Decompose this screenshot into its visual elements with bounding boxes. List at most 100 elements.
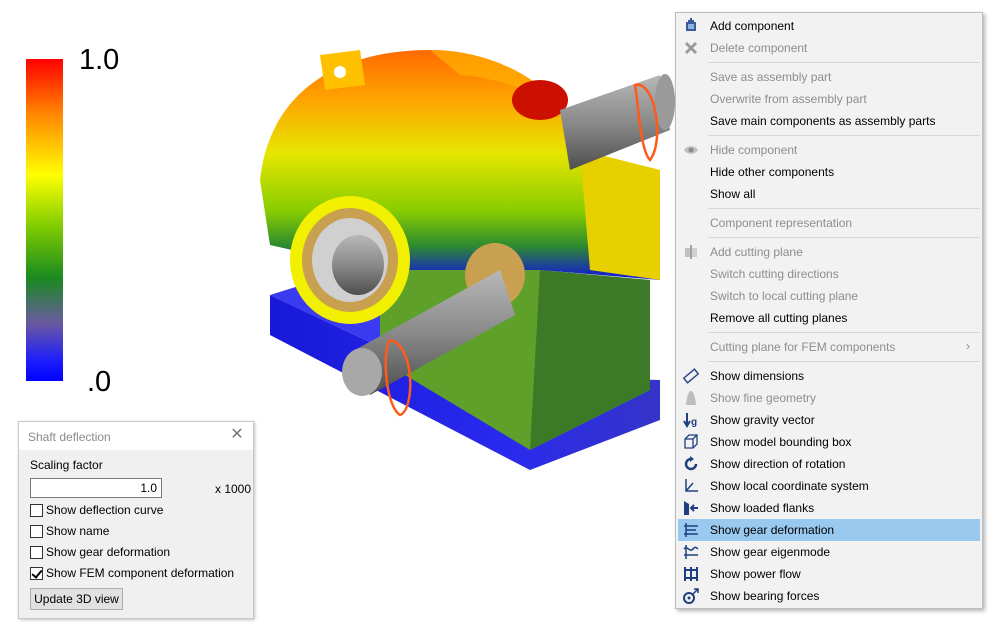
menu-item-show-fine-geometry[interactable]: Show fine geometry [678, 387, 980, 409]
gravity-icon: g [683, 413, 697, 428]
menu-item-label: Show gravity vector [710, 413, 815, 427]
checkbox-label: Show name [46, 524, 110, 538]
power-flow-icon [684, 567, 698, 581]
checkbox-label: Show deflection curve [46, 503, 164, 517]
menu-item-label: Show dimensions [710, 369, 805, 383]
menu-item-show-loaded-flanks[interactable]: Show loaded flanks [678, 497, 980, 519]
menu-item-label: Cutting plane for FEM components [710, 340, 896, 354]
checkbox-show-gear-deformation[interactable]: Show gear deformation [30, 543, 170, 561]
menu-item-label: Show local coordinate system [710, 479, 869, 493]
checkbox-show-name[interactable]: Show name [30, 522, 109, 540]
menu-item-label: Switch cutting directions [710, 267, 839, 281]
menu-item-label: Show power flow [710, 567, 801, 581]
panel-header: Shaft deflection ✕ [19, 422, 253, 450]
eye-icon [684, 146, 698, 154]
menu-item-label: Show loaded flanks [710, 501, 815, 515]
menu-separator [708, 208, 980, 209]
checkbox[interactable] [30, 545, 43, 559]
menu-item-label: Add cutting plane [710, 245, 803, 259]
checkbox-show-deflection-curve[interactable]: Show deflection curve [30, 501, 163, 519]
menu-item-label: Show gear eigenmode [710, 545, 831, 559]
checkbox-label: Show FEM component deformation [46, 566, 235, 580]
menu-item-label: Hide component [710, 143, 798, 157]
menu-item-label: Overwrite from assembly part [710, 92, 867, 106]
menu-item-label: Show fine geometry [710, 391, 817, 405]
menu-item-label: Show gear deformation [710, 523, 835, 537]
menu-item-show-bounding-box[interactable]: Show model bounding box [678, 431, 980, 453]
menu-item-label: Component representation [710, 216, 853, 230]
input-bearing [290, 196, 410, 324]
fine-geometry-icon [686, 391, 696, 405]
scale-min-label: .0 [87, 366, 112, 398]
eigenmode-icon [683, 545, 699, 559]
bearing-forces-icon [683, 588, 699, 604]
menu-item-show-local-coordinate-system[interactable]: Show local coordinate system [678, 475, 980, 497]
menu-item-show-dimensions[interactable]: Show dimensions [678, 365, 980, 387]
checkbox-checked[interactable] [30, 566, 43, 580]
menu-item-switch-cutting-directions[interactable]: Switch cutting directions [678, 263, 980, 285]
delete-icon [684, 41, 698, 55]
menu-item-show-all[interactable]: Show all [678, 183, 980, 205]
menu-separator [708, 361, 980, 362]
gear-deformation-icon [684, 523, 698, 537]
menu-separator [708, 332, 980, 333]
menu-item-show-power-flow[interactable]: Show power flow [678, 563, 980, 585]
scaling-factor-input[interactable] [30, 478, 162, 498]
menu-item-label: Show all [710, 187, 756, 201]
menu-item-hide-component[interactable]: Hide component [678, 139, 980, 161]
menu-item-overwrite-from-assembly-part[interactable]: Overwrite from assembly part [678, 88, 980, 110]
menu-item-label: Save as assembly part [710, 70, 832, 84]
menu-item-delete-component[interactable]: Delete component [678, 37, 980, 59]
ruler-icon [683, 368, 699, 384]
menu-item-show-direction-of-rotation[interactable]: Show direction of rotation [678, 453, 980, 475]
menu-separator [708, 62, 980, 63]
chevron-right-icon: › [966, 339, 970, 353]
color-scale-bar [26, 59, 63, 381]
bounding-box-icon [684, 434, 698, 449]
menu-item-label: Switch to local cutting plane [710, 289, 859, 303]
menu-item-label: Save main components as assembly parts [710, 114, 936, 128]
panel-title: Shaft deflection [28, 430, 111, 444]
menu-item-show-bearing-forces[interactable]: Show bearing forces [678, 585, 980, 607]
menu-item-label: Delete component [710, 41, 808, 55]
menu-item-switch-local-cutting-plane[interactable]: Switch to local cutting plane [678, 285, 980, 307]
rotation-icon [684, 456, 698, 471]
scaling-factor-label: Scaling factor [30, 458, 103, 472]
svg-text:g: g [691, 417, 697, 428]
scaling-unit-label: x 1000 [215, 482, 252, 496]
checkbox[interactable] [30, 524, 43, 538]
menu-item-label: Show model bounding box [710, 435, 852, 449]
menu-item-save-as-assembly-part[interactable]: Save as assembly part [678, 66, 980, 88]
menu-item-show-gear-eigenmode[interactable]: Show gear eigenmode [678, 541, 980, 563]
menu-item-show-gear-deformation[interactable]: Show gear deformation [678, 519, 980, 541]
menu-item-show-gravity-vector[interactable]: g Show gravity vector [678, 409, 980, 431]
scale-max-label: 1.0 [79, 44, 120, 76]
gearbox-3d-view[interactable] [230, 30, 690, 490]
menu-item-label: Show bearing forces [710, 589, 820, 603]
menu-item-add-cutting-plane[interactable]: Add cutting plane [678, 241, 980, 263]
menu-item-cutting-plane-fem[interactable]: Cutting plane for FEM components › [678, 336, 980, 358]
menu-item-hide-other-components[interactable]: Hide other components [678, 161, 980, 183]
cutting-plane-icon [685, 245, 697, 259]
add-component-icon [686, 18, 696, 31]
menu-separator [708, 237, 980, 238]
context-menu: Add component Delete component Save as a… [675, 12, 983, 609]
menu-item-remove-all-cutting-planes[interactable]: Remove all cutting planes [678, 307, 980, 329]
menu-item-add-component[interactable]: Add component [678, 15, 980, 37]
output-shaft [560, 74, 675, 170]
close-icon[interactable]: ✕ [229, 427, 245, 443]
menu-item-label: Hide other components [710, 165, 835, 179]
menu-item-label: Add component [710, 19, 795, 33]
checkbox[interactable] [30, 503, 43, 517]
shaft-deflection-panel: Shaft deflection ✕ Scaling factor x 1000… [18, 421, 254, 619]
menu-item-label: Show direction of rotation [710, 457, 846, 471]
checkbox-show-fem-component-deformation[interactable]: Show FEM component deformation [30, 564, 234, 582]
update-3d-view-button[interactable]: Update 3D view [30, 588, 123, 610]
menu-separator [708, 135, 980, 136]
menu-item-save-main-components[interactable]: Save main components as assembly parts [678, 110, 980, 132]
loaded-flanks-icon [684, 501, 698, 515]
coordinate-system-icon [685, 479, 698, 492]
menu-item-label: Remove all cutting planes [710, 311, 848, 325]
checkbox-label: Show gear deformation [46, 545, 171, 559]
menu-item-component-representation[interactable]: Component representation [678, 212, 980, 234]
